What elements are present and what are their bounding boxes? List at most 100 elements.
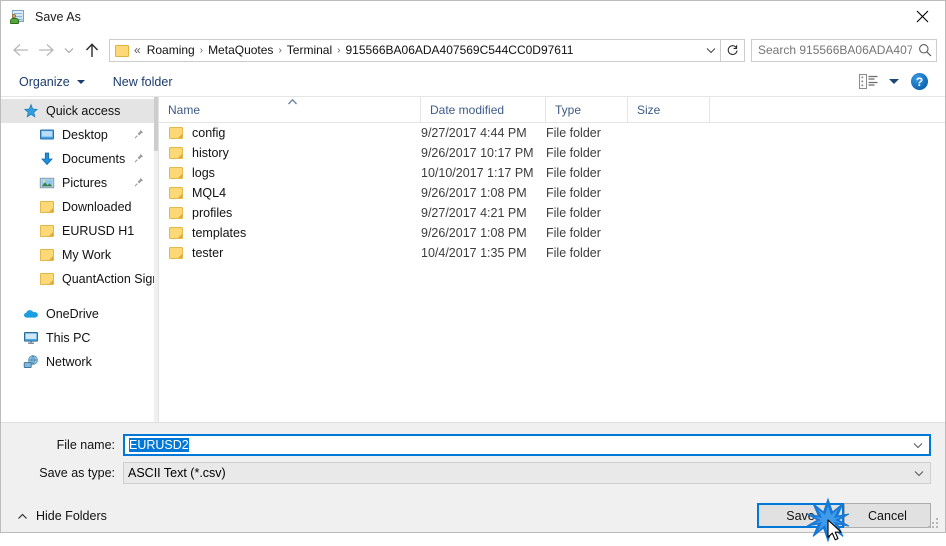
folder-icon bbox=[39, 199, 55, 215]
new-folder-button[interactable]: New folder bbox=[109, 72, 177, 92]
search-icon[interactable] bbox=[914, 43, 936, 57]
help-icon[interactable]: ? bbox=[911, 73, 928, 90]
toolbar: Organize New folder ? bbox=[1, 67, 945, 97]
sidebar-item-documents[interactable]: Documents bbox=[1, 147, 158, 171]
search-input[interactable] bbox=[752, 42, 915, 58]
breadcrumb-item-terminal[interactable]: Terminal bbox=[284, 41, 335, 59]
file-name-value[interactable]: EURUSD2 bbox=[125, 438, 907, 452]
cancel-label: Cancel bbox=[868, 508, 907, 523]
column-header-type[interactable]: Type bbox=[546, 97, 628, 122]
table-row[interactable]: MQL4 9/26/2017 1:08 PM File folder bbox=[159, 183, 945, 203]
column-header-name[interactable]: Name bbox=[159, 97, 421, 122]
sidebar-item-label: Network bbox=[46, 355, 92, 369]
file-name-dropdown-button[interactable] bbox=[907, 442, 929, 449]
address-bar[interactable]: « Roaming › MetaQuotes › Terminal › 9155… bbox=[109, 38, 721, 62]
chevron-down-icon bbox=[913, 442, 923, 448]
forward-button[interactable] bbox=[33, 37, 59, 63]
back-arrow-icon bbox=[12, 44, 28, 56]
chevron-up-icon bbox=[17, 509, 28, 523]
sidebar-item-label: Desktop bbox=[62, 128, 108, 142]
file-date: 9/26/2017 1:08 PM bbox=[421, 186, 527, 200]
save-as-dialog: Save As « Roaming › MetaQuotes › Termina… bbox=[0, 0, 946, 543]
file-name: history bbox=[192, 146, 229, 160]
file-type: File folder bbox=[546, 146, 601, 160]
file-date: 10/4/2017 1:35 PM bbox=[421, 246, 527, 260]
folder-icon bbox=[39, 247, 55, 263]
file-date: 9/27/2017 4:21 PM bbox=[421, 206, 527, 220]
hide-folders-label: Hide Folders bbox=[36, 508, 107, 523]
sidebar-item-onedrive[interactable]: OneDrive bbox=[1, 302, 158, 326]
sidebar-item-pictures[interactable]: Pictures bbox=[1, 171, 158, 195]
table-row[interactable]: logs 10/10/2017 1:17 PM File folder bbox=[159, 163, 945, 183]
this-pc-monitor-icon bbox=[23, 330, 39, 346]
save-as-type-dropdown-button[interactable] bbox=[908, 470, 930, 477]
breadcrumb-separator[interactable]: › bbox=[276, 45, 283, 56]
back-button[interactable] bbox=[7, 37, 33, 63]
breadcrumb-separator[interactable]: › bbox=[198, 45, 205, 56]
table-row[interactable]: config 9/27/2017 4:44 PM File folder bbox=[159, 123, 945, 143]
file-type: File folder bbox=[546, 206, 601, 220]
sidebar-item-quick-access[interactable]: Quick access bbox=[1, 99, 158, 123]
view-layout-icon[interactable] bbox=[859, 74, 881, 90]
search-box[interactable] bbox=[751, 38, 937, 62]
file-name-input[interactable]: EURUSD2 bbox=[123, 434, 931, 456]
address-dropdown-button[interactable] bbox=[702, 47, 720, 54]
sidebar-scrollbar-thumb[interactable] bbox=[154, 97, 158, 151]
column-header-size[interactable]: Size bbox=[628, 97, 710, 122]
file-name: logs bbox=[192, 166, 215, 180]
table-row[interactable]: history 9/26/2017 10:17 PM File folder bbox=[159, 143, 945, 163]
pin-icon bbox=[134, 152, 144, 166]
save-form: File name: EURUSD2 Save as type: ASCII T… bbox=[1, 422, 945, 543]
address-dropdown-chevron-icon bbox=[706, 47, 716, 53]
sidebar-item-eurusd-h1[interactable]: EURUSD H1 bbox=[1, 219, 158, 243]
up-button[interactable] bbox=[79, 37, 105, 63]
table-row[interactable]: templates 9/26/2017 1:08 PM File folder bbox=[159, 223, 945, 243]
save-label: Save bbox=[786, 508, 815, 523]
close-button[interactable] bbox=[899, 1, 945, 32]
folder-icon bbox=[39, 271, 55, 287]
hide-folders-button[interactable]: Hide Folders bbox=[17, 509, 107, 523]
sidebar-item-downloaded[interactable]: Downloaded bbox=[1, 195, 158, 219]
organize-button[interactable]: Organize bbox=[15, 72, 89, 92]
sidebar-item-label: OneDrive bbox=[46, 307, 99, 321]
column-header-label: Size bbox=[637, 102, 661, 117]
folder-icon bbox=[168, 125, 184, 141]
table-row[interactable]: tester 10/4/2017 1:35 PM File folder bbox=[159, 243, 945, 263]
save-as-type-value: ASCII Text (*.csv) bbox=[128, 466, 226, 480]
sidebar-item-quantaction-signal[interactable]: QuantAction Signal bbox=[1, 267, 158, 291]
file-date: 9/26/2017 10:17 PM bbox=[421, 146, 534, 160]
sidebar-item-this-pc[interactable]: This PC bbox=[1, 326, 158, 350]
refresh-icon bbox=[727, 44, 738, 55]
save-as-type-select[interactable]: ASCII Text (*.csv) bbox=[123, 462, 931, 484]
close-icon bbox=[916, 10, 928, 23]
save-button[interactable]: Save bbox=[757, 503, 844, 528]
save-button-wrapper: Save bbox=[757, 497, 850, 543]
cancel-button[interactable]: Cancel bbox=[844, 503, 931, 528]
column-header-date-modified[interactable]: Date modified bbox=[421, 97, 546, 122]
folder-icon bbox=[168, 145, 184, 161]
file-name-cell: MQL4 bbox=[159, 185, 421, 201]
sidebar-item-label: Documents bbox=[62, 152, 126, 166]
help-label: ? bbox=[915, 74, 924, 89]
breadcrumb-separator[interactable]: › bbox=[335, 45, 342, 56]
view-dropdown-caret-icon[interactable] bbox=[889, 79, 899, 84]
file-type: File folder bbox=[546, 166, 601, 180]
sidebar-item-desktop[interactable]: Desktop bbox=[1, 123, 158, 147]
resize-grip[interactable] bbox=[928, 516, 940, 528]
sidebar-item-network[interactable]: Network bbox=[1, 350, 158, 374]
breadcrumb-item-terminal-id[interactable]: 915566BA06ADA407569C544CC0D97611 bbox=[342, 41, 576, 59]
breadcrumb-item-metaquotes[interactable]: MetaQuotes bbox=[205, 41, 276, 59]
refresh-button[interactable] bbox=[721, 38, 745, 62]
sidebar-scrollbar[interactable] bbox=[154, 97, 158, 422]
folder-icon bbox=[168, 245, 184, 261]
table-row[interactable]: profiles 9/27/2017 4:21 PM File folder bbox=[159, 203, 945, 223]
sidebar-item-label: Pictures bbox=[62, 176, 108, 190]
file-name: profiles bbox=[192, 206, 233, 220]
breadcrumb-overflow[interactable]: « bbox=[133, 41, 144, 59]
window-title: Save As bbox=[35, 10, 81, 24]
dialog-actions: Hide Folders Save Cancel bbox=[1, 490, 945, 543]
breadcrumb-item-roaming[interactable]: Roaming bbox=[144, 41, 198, 59]
sidebar-item-my-work[interactable]: My Work bbox=[1, 243, 158, 267]
recent-locations-button[interactable] bbox=[59, 37, 79, 63]
new-folder-label: New folder bbox=[112, 74, 173, 89]
